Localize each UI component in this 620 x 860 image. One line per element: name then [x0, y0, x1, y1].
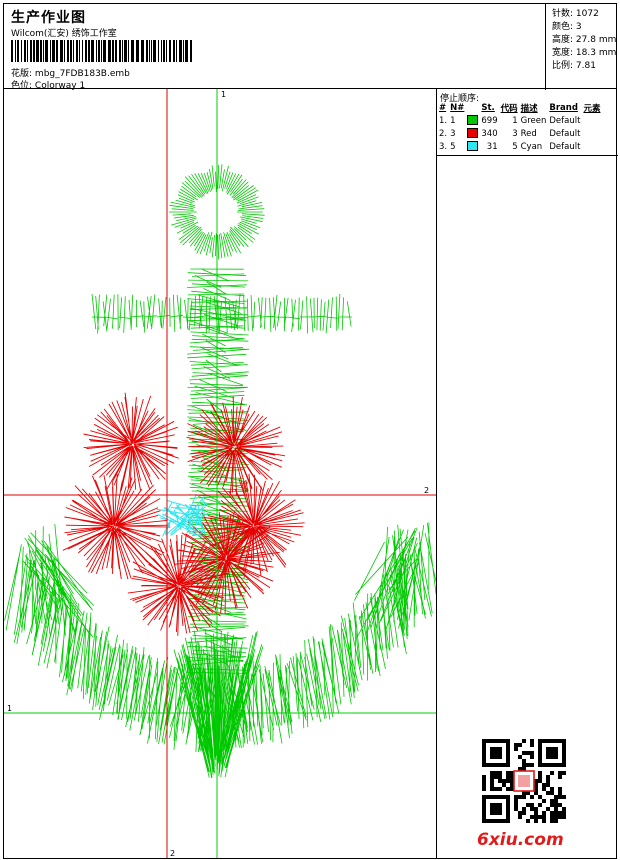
- guide-label-v1: 1: [221, 90, 226, 99]
- spec-panel: 针数: 1072 颜色: 3 高度: 27.8 mm 宽度: 18.3 mm 比…: [545, 4, 618, 90]
- spec-colors: 颜色: 3: [552, 22, 582, 32]
- guide-label-v2: 2: [170, 849, 175, 858]
- stop-sequence-table: # N# St. 代码 描述 Brand 元素 1. 1 699 1 Green De…: [439, 102, 603, 153]
- company-name: Wilcom(汇安) 绣饰工作室: [11, 29, 117, 39]
- qr-code: [482, 739, 566, 823]
- spec-scale: 比例: 7.81: [552, 61, 596, 71]
- stitch-group: [62, 474, 171, 580]
- guide-label-h2: 2: [424, 486, 429, 495]
- color-swatch: [467, 115, 479, 126]
- table-row: 1. 1 699 1 Green Default: [439, 115, 581, 126]
- embroidery-anchor: 1 2 1 2: [4, 89, 436, 858]
- stitch-group: [127, 533, 229, 636]
- spec-height: 高度: 27.8 mm: [552, 35, 617, 45]
- stitch-group: [91, 314, 352, 320]
- watermark: 6xiu.com: [477, 830, 564, 850]
- stop-sequence-panel: 停止顺序: # N# St. 代码 描述 Brand 元素 1. 1 699 1 G…: [436, 88, 618, 859]
- page-title: 生产作业图: [11, 10, 86, 26]
- divider: [437, 155, 618, 156]
- design-canvas: 1 2 1 2: [3, 88, 437, 859]
- table-row: 2. 3 340 3 Red Default: [439, 128, 581, 139]
- spec-stitches: 针数: 1072: [552, 9, 599, 19]
- header-panel: 生产作业图 Wilcom(汇安) 绣饰工作室 花版: mbg_7FDB183B.…: [3, 3, 618, 91]
- guide-label-h1: 1: [7, 704, 12, 713]
- stitch-group: [156, 493, 209, 537]
- color-swatch: [467, 141, 479, 152]
- color-swatch: [467, 128, 479, 139]
- table-header: # N# St. 代码 描述 Brand 元素: [439, 103, 601, 114]
- table-row: 3. 5 31 5 Cyan Default: [439, 141, 581, 152]
- spec-width: 宽度: 18.3 mm: [552, 48, 617, 58]
- stitch-group: [83, 392, 179, 491]
- barcode: [11, 40, 192, 62]
